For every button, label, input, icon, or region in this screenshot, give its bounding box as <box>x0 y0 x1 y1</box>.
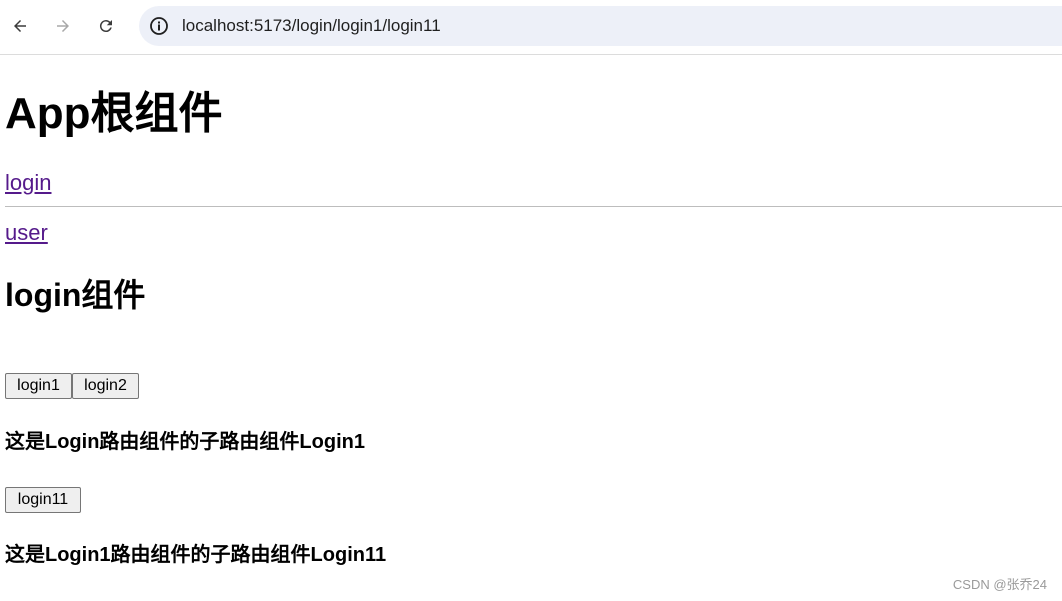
reload-button[interactable] <box>92 12 120 40</box>
login1-heading: 这是Login路由组件的子路由组件Login1 <box>5 431 365 453</box>
address-bar[interactable]: localhost:5173/login/login1/login11 <box>139 6 1062 46</box>
app-title: App根组件 <box>5 89 223 138</box>
arrow-right-icon <box>57 20 69 32</box>
login2-button[interactable]: login2 <box>72 373 139 399</box>
login11-button[interactable]: login11 <box>5 487 81 513</box>
arrow-left-icon <box>14 20 26 32</box>
back-button[interactable] <box>6 12 34 40</box>
url-text[interactable]: localhost:5173/login/login1/login11 <box>182 16 441 36</box>
user-link[interactable]: user <box>5 220 48 246</box>
browser-toolbar: localhost:5173/login/login1/login11 <box>0 0 1062 55</box>
login1-button[interactable]: login1 <box>5 373 72 399</box>
info-icon[interactable] <box>149 16 169 36</box>
forward-button[interactable] <box>49 12 77 40</box>
divider <box>5 206 1062 207</box>
login-link[interactable]: login <box>5 170 51 196</box>
watermark: CSDN @张乔24 <box>952 577 1047 592</box>
login-component-title: login组件 <box>5 277 146 313</box>
login11-heading: 这是Login1路由组件的子路由组件Login11 <box>5 544 387 566</box>
reload-icon <box>99 20 112 33</box>
